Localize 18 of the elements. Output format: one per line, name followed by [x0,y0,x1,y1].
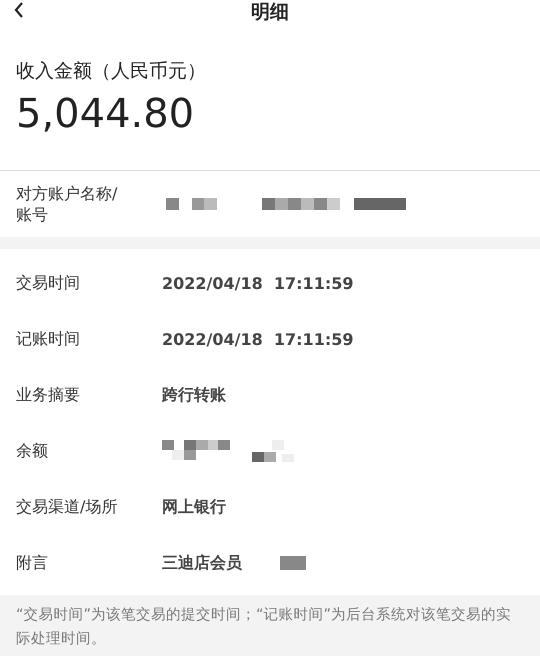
field-label: 交易时间 [16,272,81,294]
field-label: 附言 [16,552,49,574]
field-label: 交易渠道/场所 [16,496,118,518]
amount-label: 收入金额（人民币元） [16,59,207,84]
field-label: 对方账户名称/账号 [16,183,118,225]
back-icon[interactable] [14,2,24,18]
note-text: “交易时间”为该笔交易的提交时间；“记账时间”为后台系统对该笔交易的实际处理时间。 [16,606,512,649]
field-label: 余额 [16,440,49,462]
field-value: 跨行转账 [162,384,226,406]
field-label: 业务摘要 [16,384,81,406]
field-label: 记账时间 [16,328,81,350]
amount-value: 5,044.80 [16,90,196,138]
field-value: 三迪店会员 [162,552,242,574]
page-title: 明细 [251,1,289,23]
field-value: 网上银行 [162,496,226,518]
pixelated-value [280,556,306,570]
field-value: 2022/04/18 17:11:59 [162,274,354,292]
field-value: 2022/04/18 17:11:59 [162,330,354,348]
